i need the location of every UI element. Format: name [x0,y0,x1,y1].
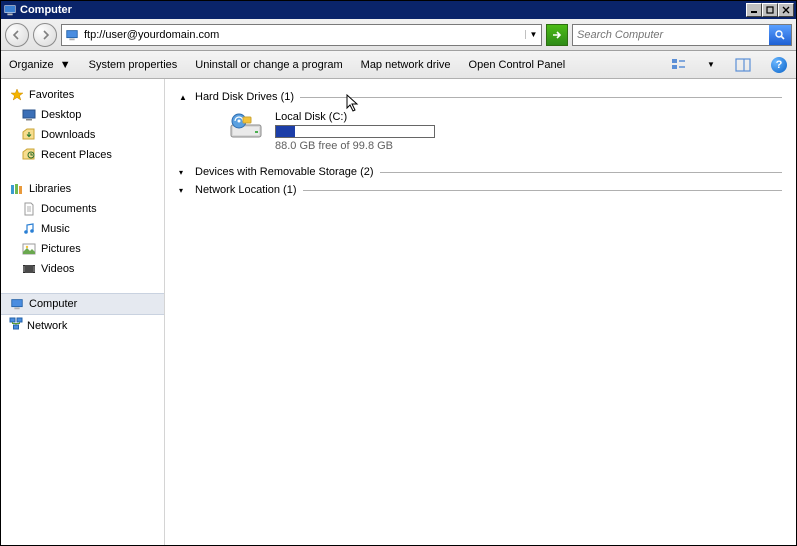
sidebar-item-network[interactable]: Network [1,315,164,336]
group-network-location[interactable]: ▾ Network Location (1) [179,184,782,196]
capacity-used [276,126,295,137]
group-label: Devices with Removable Storage (2) [195,166,374,178]
navigation-pane: Favorites Desktop Downloads Recent Place… [1,79,165,545]
nav-item-label: Desktop [41,109,81,121]
navigation-bar: ▼ [1,19,796,51]
organize-menu[interactable]: Organize ▼ [9,59,71,71]
title-bar: Computer [1,1,796,19]
drive-name: Local Disk (C:) [275,111,435,123]
address-input[interactable] [82,26,525,44]
nav-item-label: Documents [41,203,97,215]
search-button[interactable] [769,25,791,45]
map-network-drive-button[interactable]: Map network drive [361,59,451,71]
divider [300,97,782,98]
uninstall-program-button[interactable]: Uninstall or change a program [195,59,342,71]
videos-icon [21,261,37,277]
go-button[interactable] [546,24,568,46]
address-bar[interactable]: ▼ [61,24,542,46]
nav-item-label: Downloads [41,129,95,141]
recent-places-icon [21,147,37,163]
open-control-panel-button[interactable]: Open Control Panel [469,59,566,71]
sidebar-item-computer[interactable]: Computer [1,293,164,315]
divider [380,172,782,173]
nav-item-label: Music [41,223,70,235]
forward-button[interactable] [33,23,57,47]
collapse-caret-icon: ▲ [179,93,189,102]
libraries-icon [9,181,25,197]
sidebar-item-desktop[interactable]: Desktop [13,105,164,125]
computer-icon [3,3,17,17]
nav-item-label: Videos [41,263,74,275]
pictures-icon [21,241,37,257]
nav-item-label: Computer [29,298,77,310]
maximize-button[interactable] [762,3,778,17]
documents-icon [21,201,37,217]
favorites-label: Favorites [29,89,74,101]
sidebar-item-downloads[interactable]: Downloads [13,125,164,145]
sidebar-item-pictures[interactable]: Pictures [13,239,164,259]
libraries-group[interactable]: Libraries [1,179,164,199]
search-box[interactable] [572,24,792,46]
close-button[interactable] [778,3,794,17]
libraries-label: Libraries [29,183,71,195]
hard-drive-icon [229,111,265,141]
drive-free-text: 88.0 GB free of 99.8 GB [275,140,435,152]
sidebar-item-music[interactable]: Music [13,219,164,239]
preview-pane-button[interactable] [734,56,752,74]
divider [303,190,783,191]
favorites-star-icon [9,87,25,103]
expand-caret-icon: ▾ [179,186,189,195]
view-dropdown-button[interactable]: ▼ [706,56,716,74]
sidebar-item-videos[interactable]: Videos [13,259,164,279]
content-pane: ▲ Hard Disk Drives (1) Local Disk (C:) [165,79,796,545]
group-label: Network Location (1) [195,184,297,196]
address-dropdown-button[interactable]: ▼ [525,30,541,39]
favorites-group[interactable]: Favorites [1,85,164,105]
back-button[interactable] [5,23,29,47]
computer-icon [64,27,80,43]
nav-item-label: Pictures [41,243,81,255]
sidebar-item-documents[interactable]: Documents [13,199,164,219]
group-hard-disk-drives[interactable]: ▲ Hard Disk Drives (1) [179,91,782,103]
command-bar: Organize ▼ System properties Uninstall o… [1,51,796,79]
group-removable-storage[interactable]: ▾ Devices with Removable Storage (2) [179,166,782,178]
computer-icon [9,296,25,312]
capacity-bar [275,125,435,138]
sidebar-item-recent-places[interactable]: Recent Places [13,145,164,165]
minimize-button[interactable] [746,3,762,17]
nav-item-label: Network [27,320,67,332]
help-button[interactable]: ? [770,56,788,74]
drive-item-local-disk-c[interactable]: Local Disk (C:) 88.0 GB free of 99.8 GB [179,109,782,162]
group-label: Hard Disk Drives (1) [195,91,294,103]
window-title: Computer [20,4,746,16]
downloads-icon [21,127,37,143]
network-icon [9,317,23,334]
search-input[interactable] [573,26,769,44]
system-properties-button[interactable]: System properties [89,59,178,71]
change-view-button[interactable] [670,56,688,74]
desktop-icon [21,107,37,123]
music-icon [21,221,37,237]
nav-item-label: Recent Places [41,149,112,161]
expand-caret-icon: ▾ [179,168,189,177]
